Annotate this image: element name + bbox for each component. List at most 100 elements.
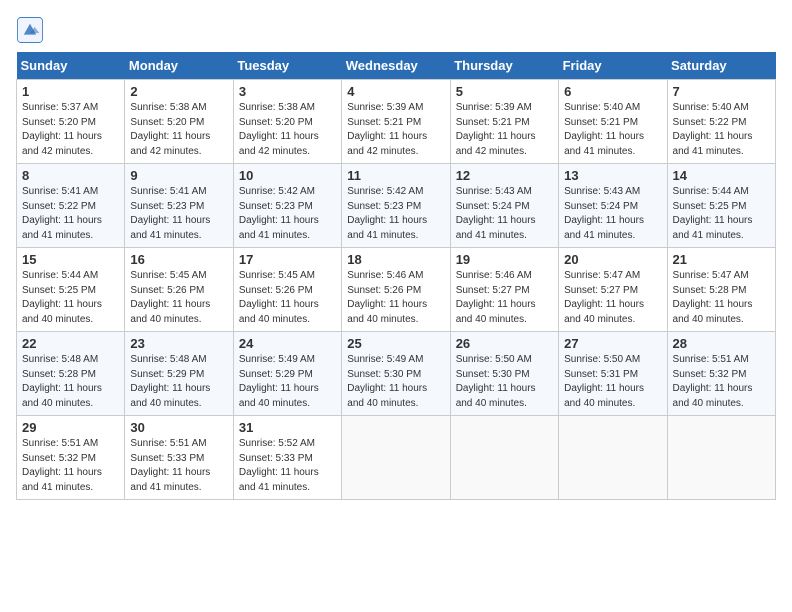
header-row: SundayMondayTuesdayWednesdayThursdayFrid… (17, 52, 776, 80)
calendar-cell: 3 Sunrise: 5:38 AMSunset: 5:20 PMDaylight… (233, 80, 341, 164)
day-number: 24 (239, 336, 336, 351)
day-info: Sunrise: 5:38 AMSunset: 5:20 PMDaylight:… (130, 101, 227, 159)
calendar-cell: 22 Sunrise: 5:48 AMSunset: 5:28 PMDayligh… (17, 332, 125, 416)
column-header-wednesday: Wednesday (342, 52, 450, 80)
calendar-cell: 6 Sunrise: 5:40 AMSunset: 5:21 PMDaylight… (559, 80, 667, 164)
day-info: Sunrise: 5:42 AMSunset: 5:23 PMDaylight:… (347, 185, 444, 243)
calendar-cell: 14Sunrise: 5:44 AMSunset: 5:25 PMDayligh… (667, 164, 775, 248)
calendar-cell: 30Sunrise: 5:51 AMSunset: 5:33 PMDayligh… (125, 416, 233, 500)
calendar-cell: 31 Sunrise: 5:52 AMSunset: 5:33 PMDayligh… (233, 416, 341, 500)
calendar-cell (450, 416, 558, 500)
calendar-cell: 21 Sunrise: 5:47 AMSunset: 5:28 PMDayligh… (667, 248, 775, 332)
day-info: Sunrise: 5:39 AMSunset: 5:21 PMDaylight:… (347, 101, 444, 159)
day-info: Sunrise: 5:41 AMSunset: 5:23 PMDaylight:… (130, 185, 227, 243)
calendar-cell: 9 Sunrise: 5:41 AMSunset: 5:23 PMDaylight… (125, 164, 233, 248)
day-info: Sunrise: 5:50 AMSunset: 5:31 PMDaylight:… (564, 353, 661, 411)
day-number: 17 (239, 252, 336, 267)
calendar-cell: 17 Sunrise: 5:45 AMSunset: 5:26 PMDayligh… (233, 248, 341, 332)
calendar-cell: 13Sunrise: 5:43 AMSunset: 5:24 PMDayligh… (559, 164, 667, 248)
day-number: 12 (456, 168, 553, 183)
day-info: Sunrise: 5:41 AMSunset: 5:22 PMDaylight:… (22, 185, 119, 243)
day-number: 15 (22, 252, 119, 267)
calendar-cell: 5 Sunrise: 5:39 AMSunset: 5:21 PMDaylight… (450, 80, 558, 164)
calendar-cell: 12 Sunrise: 5:43 AMSunset: 5:24 PMDayligh… (450, 164, 558, 248)
logo (16, 16, 48, 44)
day-info: Sunrise: 5:46 AMSunset: 5:26 PMDaylight:… (347, 269, 444, 327)
day-info: Sunrise: 5:44 AMSunset: 5:25 PMDaylight:… (673, 185, 770, 243)
day-info: Sunrise: 5:48 AMSunset: 5:29 PMDaylight:… (130, 353, 227, 411)
calendar-cell: 1Sunrise: 5:37 AMSunset: 5:20 PMDaylight… (17, 80, 125, 164)
day-info: Sunrise: 5:51 AMSunset: 5:32 PMDaylight:… (673, 353, 770, 411)
calendar-cell: 24 Sunrise: 5:49 AMSunset: 5:29 PMDayligh… (233, 332, 341, 416)
day-info: Sunrise: 5:51 AMSunset: 5:32 PMDaylight:… (22, 437, 119, 495)
calendar-cell: 23 Sunrise: 5:48 AMSunset: 5:29 PMDayligh… (125, 332, 233, 416)
calendar-cell (559, 416, 667, 500)
column-header-friday: Friday (559, 52, 667, 80)
day-number: 22 (22, 336, 119, 351)
day-number: 29 (22, 420, 119, 435)
day-number: 25 (347, 336, 444, 351)
week-row: 15 Sunrise: 5:44 AMSunset: 5:25 PMDayligh… (17, 248, 776, 332)
day-info: Sunrise: 5:47 AMSunset: 5:28 PMDaylight:… (673, 269, 770, 327)
day-number: 1 (22, 84, 119, 99)
calendar-cell: 28 Sunrise: 5:51 AMSunset: 5:32 PMDayligh… (667, 332, 775, 416)
day-number: 19 (456, 252, 553, 267)
day-info: Sunrise: 5:40 AMSunset: 5:21 PMDaylight:… (564, 101, 661, 159)
day-number: 11 (347, 168, 444, 183)
day-info: Sunrise: 5:43 AMSunset: 5:24 PMDaylight:… (456, 185, 553, 243)
calendar-cell: 25 Sunrise: 5:49 AMSunset: 5:30 PMDayligh… (342, 332, 450, 416)
day-info: Sunrise: 5:50 AMSunset: 5:30 PMDaylight:… (456, 353, 553, 411)
day-info: Sunrise: 5:47 AMSunset: 5:27 PMDaylight:… (564, 269, 661, 327)
day-info: Sunrise: 5:45 AMSunset: 5:26 PMDaylight:… (130, 269, 227, 327)
day-info: Sunrise: 5:46 AMSunset: 5:27 PMDaylight:… (456, 269, 553, 327)
day-number: 10 (239, 168, 336, 183)
week-row: 29 Sunrise: 5:51 AMSunset: 5:32 PMDayligh… (17, 416, 776, 500)
day-number: 2 (130, 84, 227, 99)
day-number: 28 (673, 336, 770, 351)
day-number: 13 (564, 168, 661, 183)
day-number: 31 (239, 420, 336, 435)
calendar-cell: 29 Sunrise: 5:51 AMSunset: 5:32 PMDayligh… (17, 416, 125, 500)
day-info: Sunrise: 5:40 AMSunset: 5:22 PMDaylight:… (673, 101, 770, 159)
day-info: Sunrise: 5:42 AMSunset: 5:23 PMDaylight:… (239, 185, 336, 243)
calendar-cell: 26 Sunrise: 5:50 AMSunset: 5:30 PMDayligh… (450, 332, 558, 416)
column-header-monday: Monday (125, 52, 233, 80)
day-info: Sunrise: 5:49 AMSunset: 5:29 PMDaylight:… (239, 353, 336, 411)
week-row: 22 Sunrise: 5:48 AMSunset: 5:28 PMDayligh… (17, 332, 776, 416)
calendar-cell: 15 Sunrise: 5:44 AMSunset: 5:25 PMDayligh… (17, 248, 125, 332)
calendar-cell: 7 Sunrise: 5:40 AMSunset: 5:22 PMDaylight… (667, 80, 775, 164)
day-number: 26 (456, 336, 553, 351)
day-number: 20 (564, 252, 661, 267)
day-info: Sunrise: 5:38 AMSunset: 5:20 PMDaylight:… (239, 101, 336, 159)
day-info: Sunrise: 5:52 AMSunset: 5:33 PMDaylight:… (239, 437, 336, 495)
day-number: 6 (564, 84, 661, 99)
day-number: 18 (347, 252, 444, 267)
calendar-cell: 10 Sunrise: 5:42 AMSunset: 5:23 PMDayligh… (233, 164, 341, 248)
calendar-cell: 16Sunrise: 5:45 AMSunset: 5:26 PMDayligh… (125, 248, 233, 332)
column-header-tuesday: Tuesday (233, 52, 341, 80)
day-info: Sunrise: 5:48 AMSunset: 5:28 PMDaylight:… (22, 353, 119, 411)
week-row: 1Sunrise: 5:37 AMSunset: 5:20 PMDaylight… (17, 80, 776, 164)
day-info: Sunrise: 5:45 AMSunset: 5:26 PMDaylight:… (239, 269, 336, 327)
day-number: 21 (673, 252, 770, 267)
calendar-cell: 20 Sunrise: 5:47 AMSunset: 5:27 PMDayligh… (559, 248, 667, 332)
day-number: 23 (130, 336, 227, 351)
column-header-thursday: Thursday (450, 52, 558, 80)
calendar-cell (342, 416, 450, 500)
day-info: Sunrise: 5:39 AMSunset: 5:21 PMDaylight:… (456, 101, 553, 159)
page-header (16, 16, 776, 44)
day-number: 7 (673, 84, 770, 99)
calendar-cell: 4Sunrise: 5:39 AMSunset: 5:21 PMDaylight… (342, 80, 450, 164)
day-number: 27 (564, 336, 661, 351)
week-row: 8Sunrise: 5:41 AMSunset: 5:22 PMDaylight… (17, 164, 776, 248)
calendar-table: SundayMondayTuesdayWednesdayThursdayFrid… (16, 52, 776, 500)
day-info: Sunrise: 5:49 AMSunset: 5:30 PMDaylight:… (347, 353, 444, 411)
day-info: Sunrise: 5:44 AMSunset: 5:25 PMDaylight:… (22, 269, 119, 327)
logo-icon (16, 16, 44, 44)
day-number: 3 (239, 84, 336, 99)
day-number: 9 (130, 168, 227, 183)
calendar-cell: 27 Sunrise: 5:50 AMSunset: 5:31 PMDayligh… (559, 332, 667, 416)
day-info: Sunrise: 5:51 AMSunset: 5:33 PMDaylight:… (130, 437, 227, 495)
day-number: 5 (456, 84, 553, 99)
calendar-cell: 2 Sunrise: 5:38 AMSunset: 5:20 PMDaylight… (125, 80, 233, 164)
